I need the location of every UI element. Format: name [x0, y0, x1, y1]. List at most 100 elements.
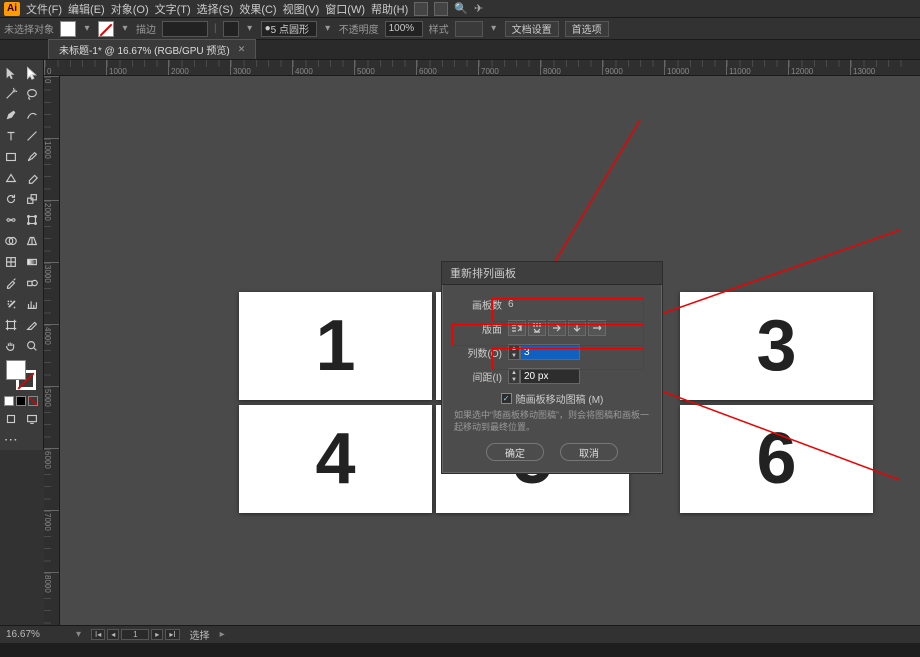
nav-current[interactable]: 1 [121, 629, 149, 640]
artboard[interactable]: 4 [239, 405, 432, 513]
spinner-down-icon[interactable]: ▼ [509, 376, 519, 383]
spinner-down-icon[interactable]: ▼ [509, 352, 519, 359]
scale-tool[interactable] [22, 188, 44, 209]
color-mode-row[interactable] [0, 394, 43, 408]
artboard[interactable]: 3 [680, 292, 873, 400]
spinner-up-icon[interactable]: ▲ [509, 345, 519, 352]
ruler-vertical: 010002000 300040005000 600070008000 [44, 76, 60, 625]
bottom-strip [0, 643, 920, 657]
columns-input[interactable] [520, 344, 580, 360]
stock-icon[interactable] [414, 2, 428, 16]
curvature-tool[interactable] [22, 104, 44, 125]
zoom-field[interactable]: 16.67% [6, 629, 66, 640]
cancel-button[interactable]: 取消 [560, 443, 618, 461]
layout-row-button[interactable] [548, 320, 566, 336]
artboard-tool[interactable] [0, 314, 22, 335]
hand-tool[interactable] [0, 335, 22, 356]
magic-wand-tool[interactable] [0, 83, 22, 104]
menu-view[interactable]: 视图(V) [283, 1, 320, 17]
nav-first-icon[interactable]: I◂ [91, 629, 105, 640]
ruler-horizontal: 010002000 300040005000 600070008000 9000… [44, 60, 920, 76]
columns-field[interactable]: ▲▼ [508, 344, 580, 360]
chevron-down-icon[interactable]: ▾ [245, 23, 255, 34]
spinner-up-icon[interactable]: ▲ [509, 369, 519, 376]
preferences-button[interactable]: 首选项 [565, 21, 609, 37]
layout-col-button[interactable] [568, 320, 586, 336]
symbol-sprayer-tool[interactable] [0, 293, 22, 314]
spacing-label: 间距(I) [454, 369, 502, 384]
move-artwork-checkbox[interactable]: ✓ [501, 393, 512, 404]
layout-grid-row-button[interactable] [508, 320, 526, 336]
mesh-tool[interactable] [0, 251, 22, 272]
graph-tool[interactable] [22, 293, 44, 314]
fill-dropdown-icon[interactable]: ▾ [82, 23, 92, 34]
chevron-down-icon[interactable]: ▾ [489, 23, 499, 34]
stroke-dropdown-icon[interactable]: ▾ [120, 23, 130, 34]
arrange-icon[interactable] [434, 2, 448, 16]
fill-swatch[interactable] [60, 21, 76, 37]
rectangle-tool[interactable] [0, 146, 22, 167]
chevron-down-icon[interactable]: ▾ [76, 629, 81, 640]
slice-tool[interactable] [22, 314, 44, 335]
opacity-field[interactable]: 100% [385, 21, 423, 37]
menu-effect[interactable]: 效果(C) [239, 1, 276, 17]
paintbrush-tool[interactable] [22, 146, 44, 167]
shape-builder-tool[interactable] [0, 230, 22, 251]
stroke-label: 描边 [136, 21, 156, 36]
screen-mode[interactable] [22, 408, 44, 429]
eyedropper-tool[interactable] [0, 272, 22, 293]
selection-tool[interactable] [0, 62, 22, 83]
perspective-tool[interactable] [22, 230, 44, 251]
stroke-swatch[interactable] [98, 21, 114, 37]
edit-toolbar[interactable]: ⋯ [0, 429, 22, 450]
pen-tool[interactable] [0, 104, 22, 125]
brush-field[interactable]: ● 5 点圆形 [261, 21, 317, 37]
eraser-tool[interactable] [22, 167, 44, 188]
menu-object[interactable]: 对象(O) [111, 1, 149, 17]
menu-select[interactable]: 选择(S) [197, 1, 234, 17]
nav-prev-icon[interactable]: ◂ [107, 629, 119, 640]
shaper-tool[interactable] [0, 167, 22, 188]
artboard-nav[interactable]: I◂ ◂ 1 ▸ ▸I [91, 629, 180, 640]
layout-rtl-button[interactable] [588, 320, 606, 336]
search-icon[interactable]: 🔍 [454, 2, 468, 15]
status-menu-icon[interactable]: ▸ [220, 629, 225, 640]
menubar: Ai 文件(F) 编辑(E) 对象(O) 文字(T) 选择(S) 效果(C) 视… [0, 0, 920, 18]
blend-tool[interactable] [22, 272, 44, 293]
type-tool[interactable] [0, 125, 22, 146]
menu-help[interactable]: 帮助(H) [371, 1, 408, 17]
free-transform-tool[interactable] [22, 209, 44, 230]
menu-file[interactable]: 文件(F) [26, 1, 62, 17]
lasso-tool[interactable] [22, 83, 44, 104]
spacing-field[interactable]: ▲▼ [508, 368, 580, 384]
document-setup-button[interactable]: 文档设置 [505, 21, 559, 37]
close-icon[interactable]: ✕ [238, 44, 246, 55]
tools-panel: ⋯ [0, 60, 44, 450]
artboard[interactable]: 1 [239, 292, 432, 400]
chevron-down-icon[interactable]: ▾ [323, 23, 333, 34]
nav-next-icon[interactable]: ▸ [151, 629, 163, 640]
zoom-tool[interactable] [22, 335, 44, 356]
nav-last-icon[interactable]: ▸I [165, 629, 179, 640]
varwidth-field[interactable] [223, 21, 239, 37]
direct-selection-tool[interactable] [22, 62, 44, 83]
ok-button[interactable]: 确定 [486, 443, 544, 461]
layout-grid-col-button[interactable] [528, 320, 546, 336]
stroke-weight-field[interactable] [162, 21, 208, 37]
style-field[interactable] [455, 21, 483, 37]
width-tool[interactable] [0, 209, 22, 230]
fill-stroke-swatch[interactable] [6, 360, 36, 390]
menu-window[interactable]: 窗口(W) [325, 1, 365, 17]
rotate-tool[interactable] [0, 188, 22, 209]
menu-edit[interactable]: 编辑(E) [68, 1, 105, 17]
document-tab[interactable]: 未标题-1* @ 16.67% (RGB/GPU 预览) ✕ [48, 39, 256, 59]
gradient-tool[interactable] [22, 251, 44, 272]
spacing-input[interactable] [520, 368, 580, 384]
draw-mode-normal[interactable] [0, 408, 22, 429]
menu-type[interactable]: 文字(T) [155, 1, 191, 17]
artboard[interactable]: 6 [680, 405, 873, 513]
columns-label: 列数(O) [454, 345, 502, 360]
line-tool[interactable] [22, 125, 44, 146]
send-icon[interactable]: ✈ [474, 2, 483, 15]
artboard-count-label: 画板数 [454, 297, 502, 312]
